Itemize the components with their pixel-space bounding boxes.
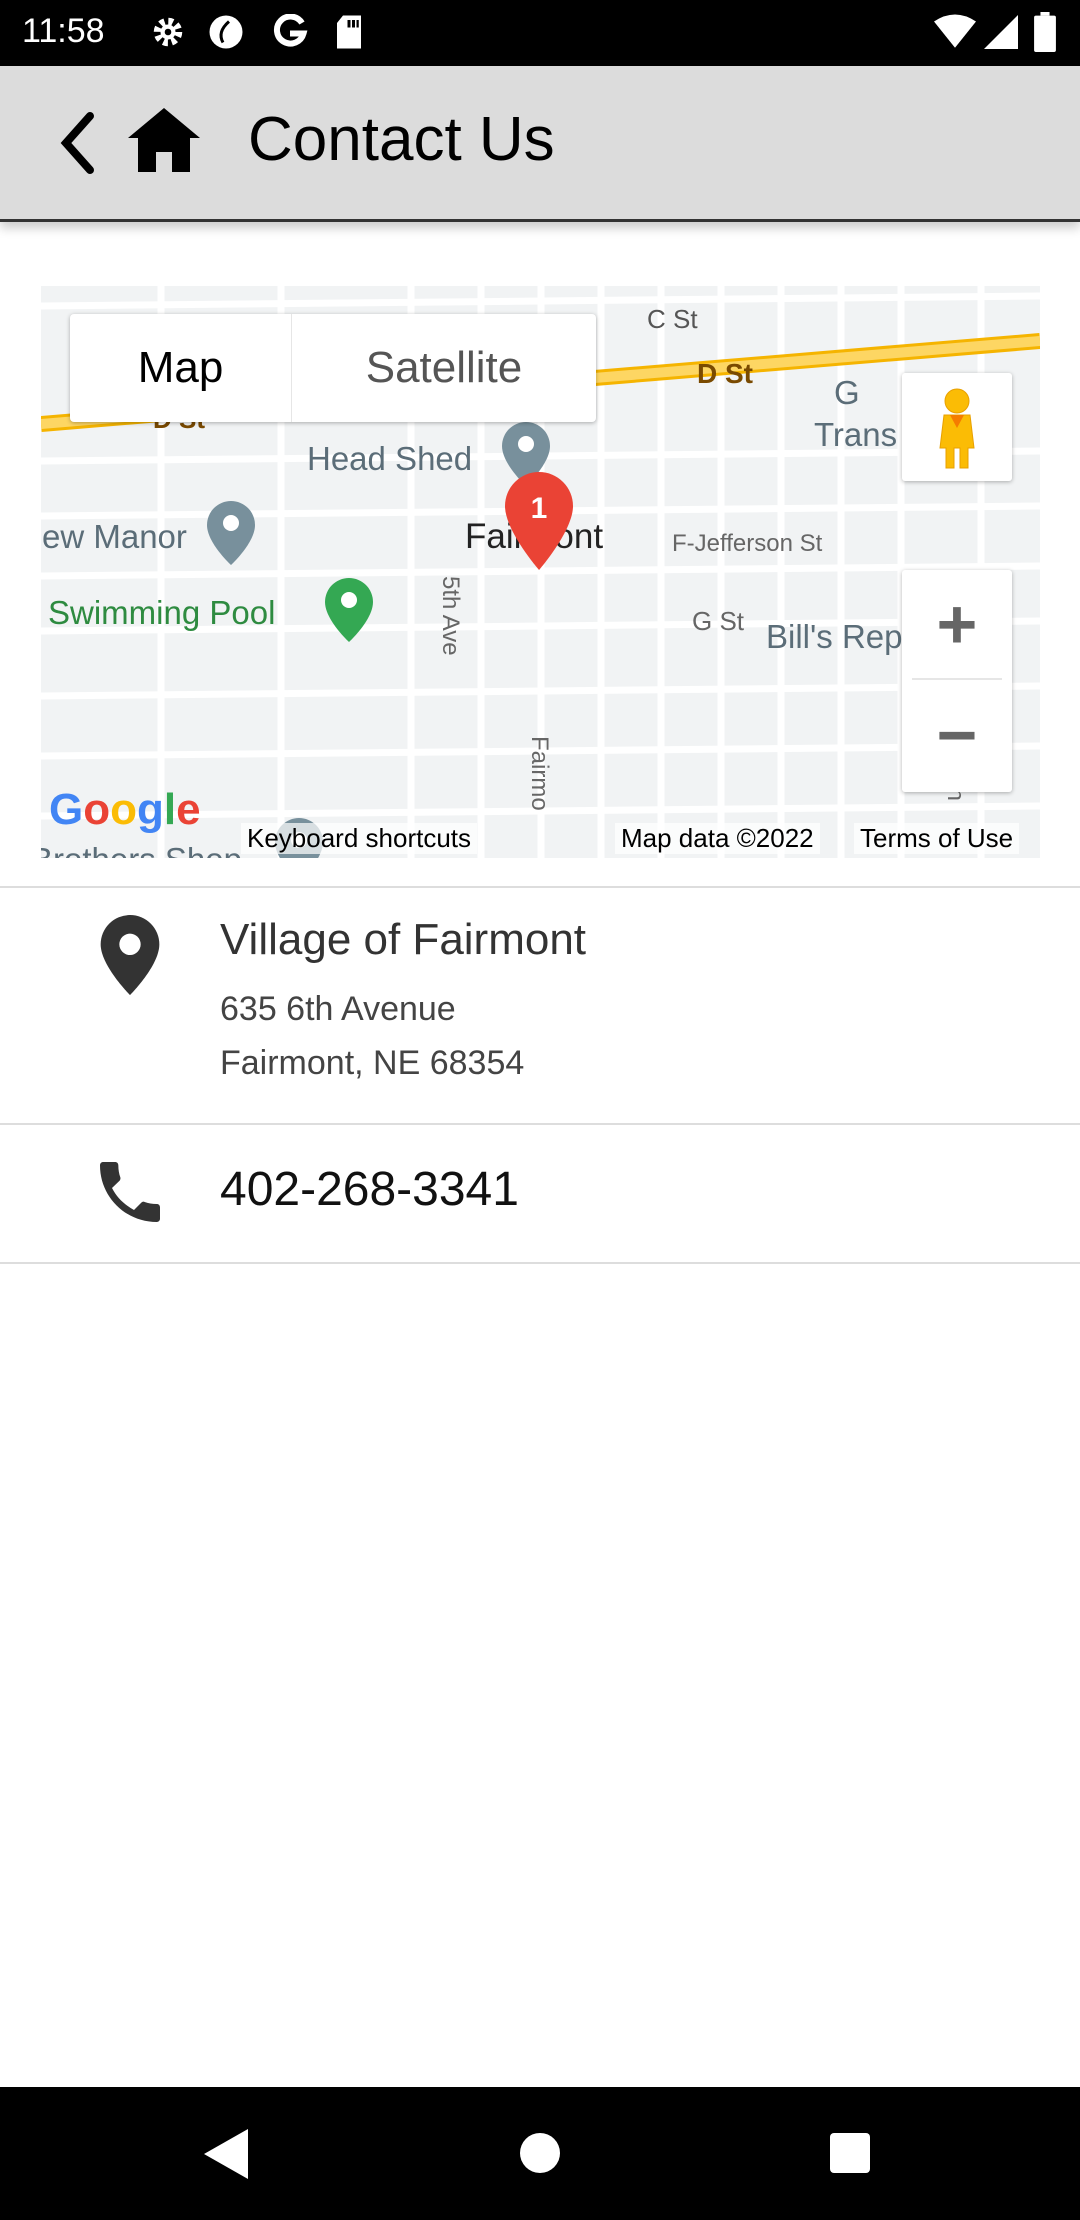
map-type-toggle: Map Satellite [70,314,596,422]
divider [0,886,1080,888]
address-name: Village of Fairmont [220,915,587,964]
pegman-icon [939,388,975,469]
street [41,617,1040,635]
zoom-out-button[interactable]: − [902,680,1012,790]
map-view[interactable]: C St D St D St Head Shed Trans G ew Mano… [41,286,1040,858]
sd-card-icon [337,15,361,49]
street [41,562,1040,580]
recents-square-icon[interactable] [830,2133,870,2173]
google-icon [273,14,308,47]
home-icon[interactable] [124,106,204,172]
address-line-1: 635 6th Avenue [220,990,456,1028]
status-bar: 11:58 [0,0,1080,66]
zoom-in-button[interactable]: + [912,570,1002,680]
signal-icon [984,15,1018,49]
sync-icon [209,15,243,49]
app-bar: Contact Us [0,66,1080,222]
status-time: 11:58 [22,12,105,50]
street [41,447,1040,465]
terms-of-use-link[interactable]: Terms of Use [854,823,1020,854]
divider [0,1262,1080,1264]
phone-icon [100,1162,160,1222]
map-type-satellite-button[interactable]: Satellite [292,314,596,422]
street [41,682,1040,700]
map-pin-icon [100,915,160,995]
zoom-controls: + − [902,570,1012,792]
street [41,802,1040,820]
back-triangle-icon[interactable] [204,2129,248,2179]
street [41,502,1040,520]
chevron-left-icon[interactable] [58,110,98,176]
keyboard-shortcuts-link[interactable]: Keyboard shortcuts [241,823,478,854]
wifi-icon [934,14,976,48]
map-data-attribution: Map data ©2022 [615,823,820,854]
navigation-bar [0,2087,1080,2220]
street [41,292,1040,310]
page-title: Contact Us [248,105,555,174]
street-view-button[interactable] [902,373,1012,481]
address-line-2: Fairmont, NE 68354 [220,1044,525,1082]
battery-icon [1034,12,1056,52]
phone-number-link[interactable]: 402-268-3341 [220,1162,519,1217]
divider [0,1123,1080,1125]
gear-icon [153,17,183,47]
home-circle-icon[interactable] [518,2131,562,2175]
map-type-map-button[interactable]: Map [70,314,292,422]
street [41,742,1040,760]
